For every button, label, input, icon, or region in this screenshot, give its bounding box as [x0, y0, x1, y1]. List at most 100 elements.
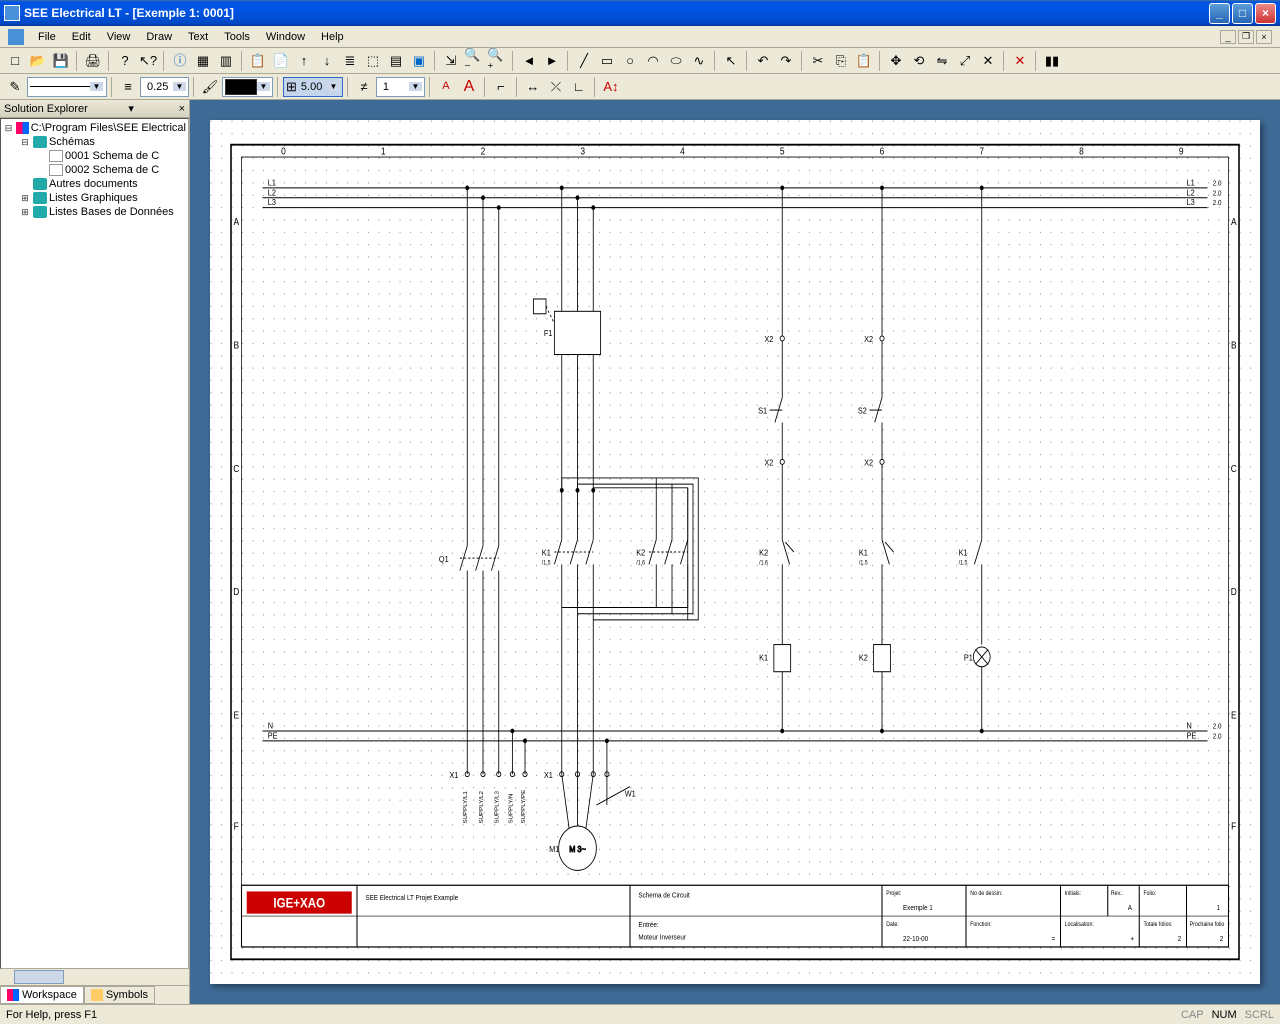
toolbar-2: ✎ ▼ ≡ 0.25▼ 🖌 ▼ ⊞ 5.00▼ ≠ 1▼ A A ⌐ ↔ ⤫ ∟…	[0, 74, 1280, 100]
delete-icon[interactable]: ✕	[1009, 50, 1031, 72]
tab-symbols[interactable]: Symbols	[84, 986, 155, 1004]
text-height-icon[interactable]: A↕	[600, 76, 622, 98]
tree-node[interactable]: 0002 Schema de C	[3, 163, 186, 177]
minimize-button[interactable]: _	[1209, 3, 1230, 24]
svg-text:S1: S1	[758, 406, 767, 416]
svg-text:E: E	[233, 710, 239, 721]
explorer-close-icon[interactable]: ×	[179, 103, 185, 115]
svg-text:C: C	[1231, 463, 1237, 474]
menu-edit[interactable]: Edit	[64, 29, 99, 45]
component-icon[interactable]: ⬚	[362, 50, 384, 72]
paste-icon[interactable]: 📄	[270, 50, 292, 72]
svg-text:0: 0	[281, 146, 286, 157]
mdi-restore-button[interactable]: ❐	[1238, 30, 1254, 44]
select-icon[interactable]: ↖	[720, 50, 742, 72]
ellipse-icon[interactable]: ⬭	[665, 50, 687, 72]
copy-icon[interactable]: 📋	[247, 50, 269, 72]
svg-text:2: 2	[1220, 935, 1224, 943]
export-icon[interactable]: ⇲	[440, 50, 462, 72]
paintbrush-icon[interactable]: 🖌	[199, 76, 221, 98]
scale-icon[interactable]: ⤢	[954, 50, 976, 72]
mdi-minimize-button[interactable]: _	[1220, 30, 1236, 44]
svg-text:F1: F1	[544, 328, 553, 338]
layers-icon[interactable]: ≣	[339, 50, 361, 72]
color-combo[interactable]: ▼	[222, 77, 273, 97]
canvas-area[interactable]: 0 1 2 3 4 5 6 7 8 9 AA BB CC DD E	[190, 100, 1280, 1004]
menu-draw[interactable]: Draw	[138, 29, 180, 45]
prev-icon[interactable]: ◄	[518, 50, 540, 72]
menu-window[interactable]: Window	[258, 29, 313, 45]
svg-text:Date:: Date:	[886, 922, 899, 928]
grid-icon[interactable]: ▦	[192, 50, 214, 72]
table-icon[interactable]: ▥	[215, 50, 237, 72]
print-icon[interactable]: 🖨	[82, 50, 104, 72]
arrow-down-icon[interactable]: ↓	[316, 50, 338, 72]
rect-icon[interactable]: ▭	[596, 50, 618, 72]
arc-icon[interactable]: ◠	[642, 50, 664, 72]
zoom-in-icon[interactable]: 🔍⁺	[486, 50, 508, 72]
menu-file[interactable]: File	[30, 29, 64, 45]
pen-icon[interactable]: ✎	[4, 76, 26, 98]
svg-text:L1: L1	[268, 178, 277, 188]
workspace-icon	[7, 989, 19, 1001]
tree-node[interactable]: ⊞ Listes Bases de Données	[3, 205, 186, 219]
text-large-icon[interactable]: A	[458, 76, 480, 98]
mirror-icon[interactable]: ⇋	[931, 50, 953, 72]
close-button[interactable]: ×	[1255, 3, 1276, 24]
next-icon[interactable]: ►	[541, 50, 563, 72]
arrow-up-icon[interactable]: ↑	[293, 50, 315, 72]
cut-icon[interactable]: ✂	[807, 50, 829, 72]
align-icon[interactable]: ▮▮	[1041, 50, 1063, 72]
rotate-icon[interactable]: ⟲	[908, 50, 930, 72]
grid-combo[interactable]: ⊞ 5.00▼	[283, 77, 343, 97]
tree-node[interactable]: Autres documents	[3, 177, 186, 191]
tab-workspace[interactable]: Workspace	[0, 986, 84, 1004]
drawing-sheet[interactable]: 0 1 2 3 4 5 6 7 8 9 AA BB CC DD E	[210, 120, 1260, 984]
menu-text[interactable]: Text	[180, 29, 216, 45]
snap-perp-icon[interactable]: ∟	[568, 76, 590, 98]
open-icon[interactable]: 📂	[27, 50, 49, 72]
svg-text:Moteur Inverseur: Moteur Inverseur	[638, 934, 686, 942]
tree-node[interactable]: ⊟ Schémas	[3, 135, 186, 149]
context-help-icon[interactable]: ↖?	[137, 50, 159, 72]
text-small-icon[interactable]: A	[435, 76, 457, 98]
snap-mid-icon[interactable]: ↔	[522, 76, 544, 98]
explorer-pin-icon[interactable]: ▾	[128, 102, 134, 115]
hatch-icon[interactable]: ≠	[353, 76, 375, 98]
maximize-button[interactable]: □	[1232, 3, 1253, 24]
explorer-tree[interactable]: ⊟ C:\Program Files\SEE Electrical ⊟ Sché…	[0, 118, 189, 969]
menu-tools[interactable]: Tools	[216, 29, 258, 45]
menu-help[interactable]: Help	[313, 29, 352, 45]
circle-icon[interactable]: ○	[619, 50, 641, 72]
move-icon[interactable]: ✥	[885, 50, 907, 72]
paste2-icon[interactable]: 📋	[853, 50, 875, 72]
save-icon[interactable]: 💾	[50, 50, 72, 72]
zoom-out-icon[interactable]: 🔍⁻	[463, 50, 485, 72]
line-icon[interactable]: ╱	[573, 50, 595, 72]
help-icon[interactable]: ?	[114, 50, 136, 72]
spline-icon[interactable]: ∿	[688, 50, 710, 72]
copy2-icon[interactable]: ⎘	[830, 50, 852, 72]
database-icon[interactable]: ▤	[385, 50, 407, 72]
snap-end-icon[interactable]: ⌐	[490, 76, 512, 98]
tree-root[interactable]: ⊟ C:\Program Files\SEE Electrical	[3, 121, 186, 135]
sheet-icon[interactable]: ▣	[408, 50, 430, 72]
hatch-combo[interactable]: 1▼	[376, 77, 425, 97]
lineweight-icon[interactable]: ≡	[117, 76, 139, 98]
snap-int-icon[interactable]: ⤫	[545, 76, 567, 98]
tree-node[interactable]: ⊞ Listes Graphiques	[3, 191, 186, 205]
linestyle-combo[interactable]: ▼	[27, 77, 107, 97]
tree-node[interactable]: 0001 Schema de C	[3, 149, 186, 163]
mdi-close-button[interactable]: ×	[1256, 30, 1272, 44]
new-icon[interactable]: □	[4, 50, 26, 72]
explorer-hscroll[interactable]	[0, 969, 189, 985]
menu-view[interactable]: View	[99, 29, 139, 45]
svg-text:/1.6: /1.6	[759, 560, 768, 566]
redo-icon[interactable]: ↷	[775, 50, 797, 72]
undo-icon[interactable]: ↶	[752, 50, 774, 72]
trim-icon[interactable]: ✕	[977, 50, 999, 72]
svg-text:2.0: 2.0	[1213, 723, 1222, 731]
lineweight-combo[interactable]: 0.25▼	[140, 77, 189, 97]
info-icon[interactable]: ⓘ	[169, 50, 191, 72]
svg-text:Folio:: Folio:	[1143, 891, 1156, 897]
